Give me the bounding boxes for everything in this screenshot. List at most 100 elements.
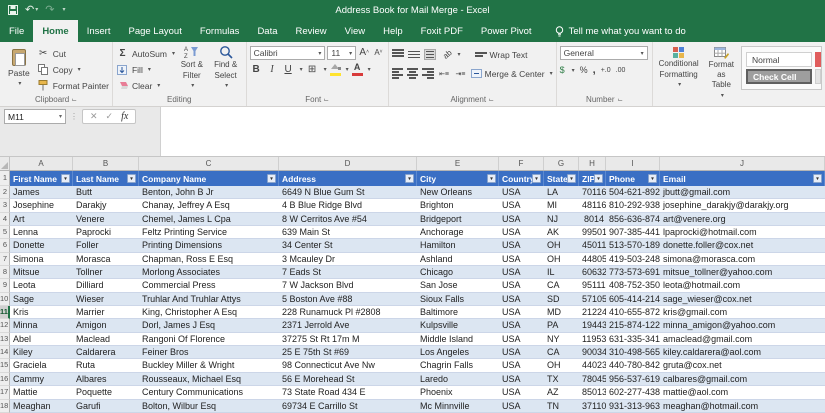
cell-J4[interactable]: art@venere.org	[660, 213, 825, 226]
cell-G14[interactable]: CA	[544, 346, 579, 359]
cell-B10[interactable]: Wieser	[73, 293, 139, 306]
orientation-dropdown-icon[interactable]: ▾	[458, 51, 461, 58]
row-header-12[interactable]: 12	[0, 319, 10, 332]
cell-H12[interactable]: 19443	[579, 319, 606, 332]
percent-style-icon[interactable]: %	[580, 65, 588, 75]
underline-dropdown-icon[interactable]: ▾	[300, 66, 303, 73]
cancel-formula-icon[interactable]: ✕	[90, 111, 98, 122]
cell-D3[interactable]: 4 B Blue Ridge Blvd	[279, 199, 417, 212]
row-header-1[interactable]: 1	[0, 171, 10, 186]
cell-G18[interactable]: TN	[544, 400, 579, 413]
cell-G4[interactable]: NJ	[544, 213, 579, 226]
cell-B18[interactable]: Garufi	[73, 400, 139, 413]
cell-D8[interactable]: 7 Eads St	[279, 266, 417, 279]
cell-I15[interactable]: 440-780-8425	[606, 359, 660, 372]
cell-H5[interactable]: 99501	[579, 226, 606, 239]
cell-J12[interactable]: minna_amigon@yahoo.com	[660, 319, 825, 332]
cell-E10[interactable]: Sioux Falls	[417, 293, 499, 306]
cell-D10[interactable]: 5 Boston Ave #88	[279, 293, 417, 306]
borders-icon[interactable]: ⊞	[306, 63, 319, 75]
cell-B6[interactable]: Foller	[73, 239, 139, 252]
table-header-cell[interactable]: Company Name▾	[139, 171, 279, 186]
cell-C3[interactable]: Chanay, Jeffrey A Esq	[139, 199, 279, 212]
tab-foxit-pdf[interactable]: Foxit PDF	[412, 20, 472, 42]
tab-review[interactable]: Review	[287, 20, 336, 42]
tab-power-pivot[interactable]: Power Pivot	[472, 20, 541, 42]
number-dialog-launcher-icon[interactable]: ¬	[618, 96, 623, 104]
cell-I5[interactable]: 907-385-4412	[606, 226, 660, 239]
cell-D7[interactable]: 3 Mcauley Dr	[279, 253, 417, 266]
tab-data[interactable]: Data	[248, 20, 286, 42]
cell-H4[interactable]: 8014	[579, 213, 606, 226]
cell-C4[interactable]: Chemel, James L Cpa	[139, 213, 279, 226]
cell-E8[interactable]: Chicago	[417, 266, 499, 279]
cell-D16[interactable]: 56 E Morehead St	[279, 373, 417, 386]
filter-dropdown-icon[interactable]: ▾	[405, 174, 414, 183]
cell-E17[interactable]: Phoenix	[417, 386, 499, 399]
cell-A13[interactable]: Abel	[10, 333, 73, 346]
cell-C11[interactable]: King, Christopher A Esq	[139, 306, 279, 319]
cell-A16[interactable]: Cammy	[10, 373, 73, 386]
accounting-dropdown-icon[interactable]: ▾	[572, 67, 575, 74]
cell-I17[interactable]: 602-277-4385	[606, 386, 660, 399]
cell-E13[interactable]: Middle Island	[417, 333, 499, 346]
column-header-D[interactable]: D	[279, 157, 417, 170]
clear-button[interactable]: Clear▾	[116, 78, 175, 93]
insert-function-icon[interactable]: fx	[121, 111, 128, 122]
cell-I6[interactable]: 513-570-1893	[606, 239, 660, 252]
name-box[interactable]: M11▾	[4, 109, 66, 124]
cell-I11[interactable]: 410-655-8723	[606, 306, 660, 319]
cell-C10[interactable]: Truhlar And Truhlar Attys	[139, 293, 279, 306]
table-header-cell[interactable]: Address▾	[279, 171, 417, 186]
cell-B8[interactable]: Tollner	[73, 266, 139, 279]
filter-dropdown-icon[interactable]: ▾	[594, 174, 603, 183]
cell-C7[interactable]: Chapman, Ross E Esq	[139, 253, 279, 266]
filter-dropdown-icon[interactable]: ▾	[532, 174, 541, 183]
sort-filter-button[interactable]: AZ Sort & Filter ▾	[177, 44, 207, 92]
align-right-icon[interactable]	[422, 68, 433, 79]
cell-A8[interactable]: Mitsue	[10, 266, 73, 279]
font-color-dropdown-icon[interactable]: ▾	[368, 66, 371, 73]
cell-E12[interactable]: Kulpsville	[417, 319, 499, 332]
cell-I18[interactable]: 931-313-9635	[606, 400, 660, 413]
cell-F8[interactable]: USA	[499, 266, 544, 279]
cell-J3[interactable]: josephine_darakjy@darakjy.org	[660, 199, 825, 212]
cell-F17[interactable]: USA	[499, 386, 544, 399]
table-header-cell[interactable]: First Name▾	[10, 171, 73, 186]
row-header-18[interactable]: 18	[0, 400, 10, 413]
cell-I16[interactable]: 956-537-6195	[606, 373, 660, 386]
cell-J13[interactable]: amaclead@gmail.com	[660, 333, 825, 346]
cell-F11[interactable]: USA	[499, 306, 544, 319]
align-top-icon[interactable]	[392, 49, 404, 60]
cell-B9[interactable]: Dilliard	[73, 279, 139, 292]
cell-D11[interactable]: 228 Runamuck Pl #2808	[279, 306, 417, 319]
cell-I10[interactable]: 605-414-2147	[606, 293, 660, 306]
cell-J14[interactable]: kiley.caldarera@aol.com	[660, 346, 825, 359]
row-header-17[interactable]: 17	[0, 386, 10, 399]
tab-insert[interactable]: Insert	[78, 20, 120, 42]
cell-F14[interactable]: USA	[499, 346, 544, 359]
cell-H3[interactable]: 48116	[579, 199, 606, 212]
cell-D5[interactable]: 639 Main St	[279, 226, 417, 239]
cell-H17[interactable]: 85013	[579, 386, 606, 399]
cell-H18[interactable]: 37110	[579, 400, 606, 413]
cell-B7[interactable]: Morasca	[73, 253, 139, 266]
row-header-13[interactable]: 13	[0, 333, 10, 346]
cell-C9[interactable]: Commercial Press	[139, 279, 279, 292]
underline-button[interactable]: U	[282, 63, 295, 75]
cell-I12[interactable]: 215-874-1229	[606, 319, 660, 332]
cell-A5[interactable]: Lenna	[10, 226, 73, 239]
filter-dropdown-icon[interactable]: ▾	[487, 174, 496, 183]
cell-F9[interactable]: USA	[499, 279, 544, 292]
row-header-3[interactable]: 3	[0, 199, 10, 212]
align-center-icon[interactable]	[407, 68, 418, 79]
copy-button[interactable]: Copy▾	[37, 62, 109, 77]
cell-C15[interactable]: Buckley Miller & Wright	[139, 359, 279, 372]
cell-H11[interactable]: 21224	[579, 306, 606, 319]
table-header-cell[interactable]: City▾	[417, 171, 499, 186]
row-header-8[interactable]: 8	[0, 266, 10, 279]
cell-F10[interactable]: USA	[499, 293, 544, 306]
increase-decimal-icon[interactable]: +.0	[601, 67, 611, 74]
cell-B11[interactable]: Marrier	[73, 306, 139, 319]
enter-formula-icon[interactable]: ✓	[106, 111, 114, 122]
